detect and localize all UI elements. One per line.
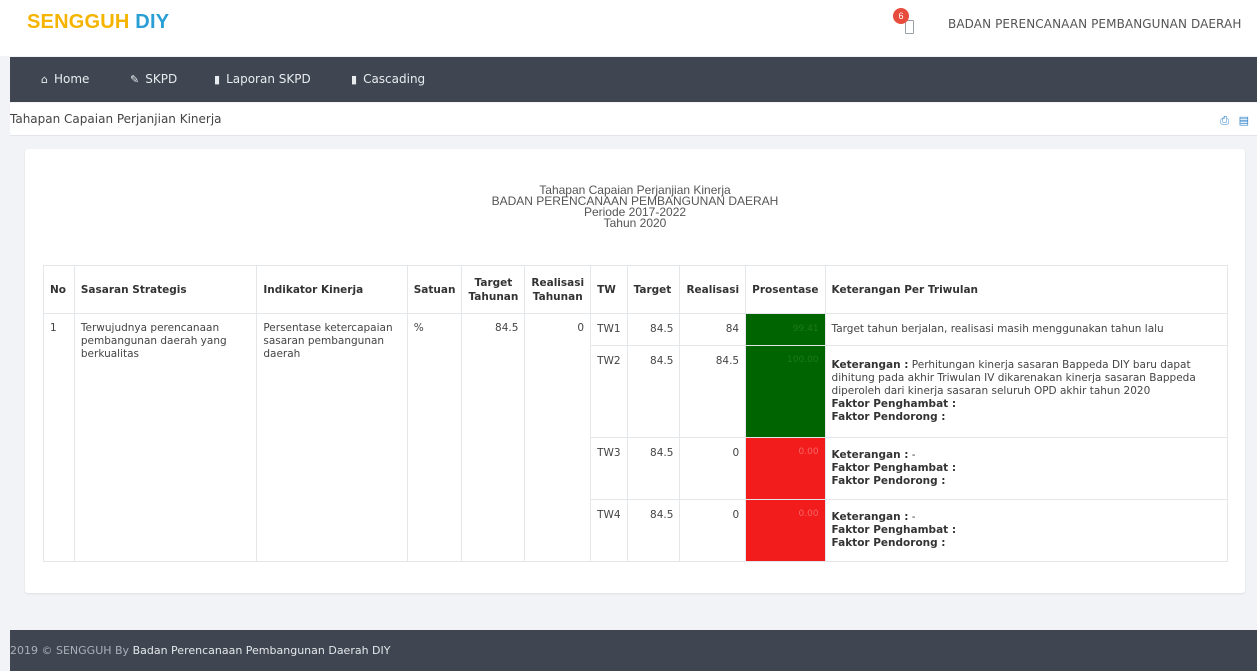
nav-item-laporan-skpd[interactable]: ▮ Laporan SKPD [214, 57, 311, 102]
nav-item-label: SKPD [145, 72, 178, 86]
footer-prefix: 2019 © SENGGUH By [10, 644, 133, 657]
cell-tw: TW1 [590, 313, 628, 346]
table-row: 1 Terwujudnya perencanaan pembangunan da… [43, 313, 1229, 562]
book-icon [905, 20, 914, 34]
notification-count-badge: 6 [893, 8, 909, 24]
footer-text: 2019 © SENGGUH By Badan Perencanaan Pemb… [10, 630, 391, 671]
col-header-prosentase: Prosentase [745, 265, 826, 314]
col-header-realisasi: Realisasi [679, 265, 747, 314]
cell-realisasi: 84.5 [679, 345, 747, 438]
penghambat-label: Faktor Penghambat : [831, 524, 957, 536]
col-header-target-tahunan: Target Tahunan [461, 265, 526, 314]
col-header-target: Target [626, 265, 681, 314]
keterangan-label: Keterangan : [831, 449, 909, 461]
cell-tw: TW3 [590, 437, 628, 500]
book-icon: ▮ [214, 73, 221, 86]
report-heading: Tahapan Capaian Perjanjian Kinerja BADAN… [25, 184, 1245, 230]
kinerja-table: No Sasaran Strategis Indikator Kinerja S… [43, 265, 1229, 562]
nav-item-label: Laporan SKPD [226, 72, 311, 86]
keterangan-value: - [908, 449, 916, 461]
nav-item-label: Cascading [363, 72, 426, 86]
edit-icon: ✎ [130, 73, 140, 86]
nav-item-skpd[interactable]: ✎ SKPD [130, 57, 177, 102]
cell-indikator: Persentase ketercapaian sasaran pembangu… [256, 313, 408, 562]
home-icon: ⌂ [41, 73, 48, 86]
cell-prosentase: 0.00 [745, 499, 826, 562]
header-org-name[interactable]: BADAN PERENCANAAN PEMBANGUNAN DAERAH [948, 17, 1241, 31]
keterangan-label: Keterangan : [831, 359, 909, 371]
brand-logo[interactable]: SENGGUH DIY [27, 11, 169, 34]
keterangan-label: Keterangan : [831, 511, 909, 523]
cell-tw: TW2 [590, 345, 628, 438]
report-year: Tahun 2020 [603, 216, 667, 230]
page-tools: ⎙ ▤ [1214, 114, 1249, 128]
nav-item-label: Home [53, 72, 90, 86]
cell-realisasi-tahunan: 0 [524, 313, 592, 562]
report-card: Tahapan Capaian Perjanjian Kinerja BADAN… [25, 149, 1245, 593]
print-icon[interactable]: ⎙ [1220, 114, 1229, 127]
col-header-keterangan: Keterangan Per Triwulan [824, 265, 1229, 314]
book-icon: ▮ [351, 73, 358, 86]
cell-tw: TW4 [590, 499, 628, 562]
cell-target-tahunan: 84.5 [461, 313, 526, 562]
col-header-sasaran: Sasaran Strategis [73, 265, 258, 314]
col-header-indikator: Indikator Kinerja [256, 265, 408, 314]
cell-target: 84.5 [626, 345, 681, 438]
cell-no: 1 [43, 313, 75, 562]
nav-item-home[interactable]: ⌂ Home [41, 57, 89, 102]
pendorong-label: Faktor Pendorong : [831, 537, 946, 549]
cell-prosentase: 99.41 [745, 313, 826, 346]
main-navbar: ⌂ Home ✎ SKPD ▮ Laporan SKPD ▮ Cascading [10, 57, 1257, 102]
cell-keterangan: Keterangan : - Faktor Penghambat : Fakto… [824, 499, 1229, 562]
col-header-tw: TW [590, 265, 628, 314]
col-header-realisasi-tahunan: Realisasi Tahunan [524, 265, 592, 314]
top-header: SENGGUH DIY 6 BADAN PERENCANAAN PEMBANGU… [0, 0, 1257, 56]
cell-target: 84.5 [626, 313, 681, 346]
cell-realisasi: 0 [679, 499, 747, 562]
table-header-row: No Sasaran Strategis Indikator Kinerja S… [43, 265, 1229, 314]
cell-realisasi: 0 [679, 437, 747, 500]
keterangan-value: - [908, 511, 916, 523]
cell-keterangan: Keterangan : - Faktor Penghambat : Fakto… [824, 437, 1229, 500]
footer-org-link[interactable]: Badan Perencanaan Pembangunan Daerah DIY [133, 644, 391, 657]
notification-button[interactable]: 6 [893, 8, 919, 36]
penghambat-label: Faktor Penghambat : [831, 462, 957, 474]
cell-keterangan: Target tahun berjalan, realisasi masih m… [824, 313, 1229, 346]
cell-prosentase: 0.00 [745, 437, 826, 500]
penghambat-label: Faktor Penghambat : [831, 398, 957, 410]
page-footer: 2019 © SENGGUH By Badan Perencanaan Pemb… [10, 630, 1257, 671]
pdf-icon[interactable]: ▤ [1239, 114, 1249, 127]
cell-target: 84.5 [626, 437, 681, 500]
cell-target: 84.5 [626, 499, 681, 562]
nav-item-cascading[interactable]: ▮ Cascading [351, 57, 425, 102]
pendorong-label: Faktor Pendorong : [831, 411, 946, 423]
col-header-satuan: Satuan [406, 265, 463, 314]
page-title-bar: Tahapan Capaian Perjanjian Kinerja ⎙ ▤ [10, 103, 1257, 136]
brand-part1: SENGGUH [27, 11, 130, 33]
cell-sasaran: Terwujudnya perencanaan pembangunan daer… [73, 313, 258, 562]
cell-prosentase: 100.00 [745, 345, 826, 438]
cell-keterangan: Keterangan : Perhitungan kinerja sasaran… [824, 345, 1229, 438]
page-title: Tahapan Capaian Perjanjian Kinerja [10, 112, 222, 126]
brand-part2: DIY [135, 11, 170, 33]
cell-satuan: % [406, 313, 463, 562]
col-header-no: No [43, 265, 75, 314]
pendorong-label: Faktor Pendorong : [831, 475, 946, 487]
cell-realisasi: 84 [679, 313, 747, 346]
